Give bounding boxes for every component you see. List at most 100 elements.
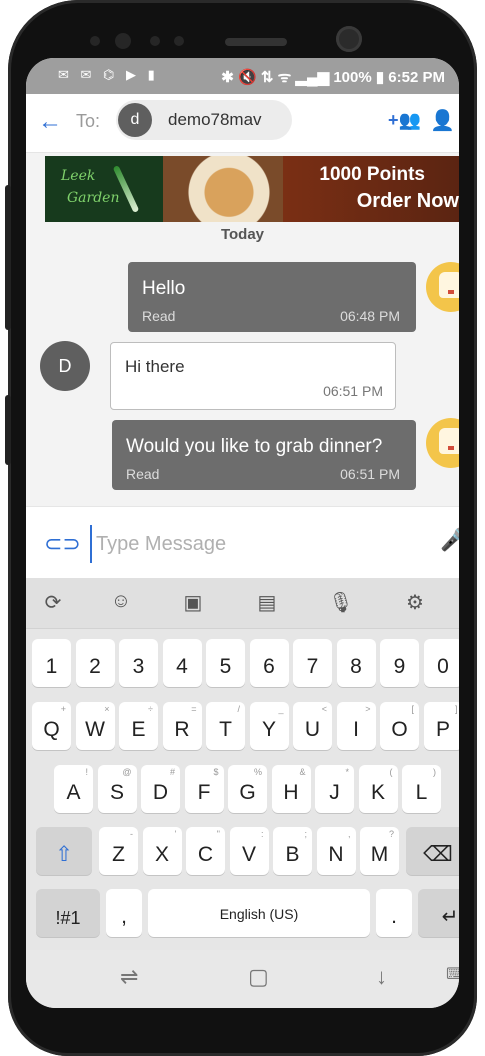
- backspace-key[interactable]: ⌫: [406, 827, 459, 875]
- settings-icon[interactable]: ⚙: [400, 590, 430, 615]
- date-separator: Today: [220, 226, 265, 243]
- key-i[interactable]: > I: [336, 702, 376, 750]
- gif-icon[interactable]: ▤: [252, 590, 282, 615]
- status-right: ✱ 🔇 ⇅ ᯤ ▂▄▆ 100% ▮ 6:52 PM: [221, 69, 445, 86]
- attach-icon[interactable]: ⊂⊃: [44, 531, 81, 557]
- back-arrow-icon[interactable]: ←: [38, 108, 62, 136]
- message-input[interactable]: [90, 525, 398, 563]
- key-h[interactable]: & H: [271, 765, 311, 813]
- ad-promo: 1000 Points Order Now: [283, 156, 459, 222]
- message-time: 06:51 PM: [323, 383, 383, 399]
- key-w[interactable]: × W: [75, 702, 115, 750]
- recipient-name: demo78mav: [168, 110, 262, 129]
- sticker-icon[interactable]: ▣: [178, 590, 208, 615]
- comma-key[interactable]: ,: [106, 889, 142, 937]
- message-time: 06:51 PM: [340, 466, 400, 482]
- voice-input-icon[interactable]: 🎤: [440, 527, 459, 553]
- message-bubble-incoming[interactable]: Hi there 06:51 PM: [110, 342, 396, 410]
- message-text: Hello: [142, 278, 186, 299]
- keyboard: ⟳ ☺ ▣ ▤ 🎙 ⚙ ⌄ !#1 , English (US) . ↵ 123…: [26, 578, 459, 950]
- contact-icon[interactable]: 👤: [430, 108, 455, 133]
- home-icon[interactable]: ▢: [248, 964, 269, 990]
- key-5[interactable]: 5: [206, 639, 245, 687]
- earpiece-speaker: [225, 38, 287, 46]
- sensor: [174, 36, 184, 46]
- key-v[interactable]: :V: [229, 827, 269, 875]
- recents-icon[interactable]: ⇌: [120, 964, 138, 990]
- key-0[interactable]: 0: [423, 639, 459, 687]
- status-bar: ✉ ✉ ⌬ ▶ ▮ ✱ 🔇 ⇅ ᯤ ▂▄▆ 100% ▮ 6:52 PM: [26, 58, 459, 94]
- key-k[interactable]: (K: [358, 765, 398, 813]
- message-time: 06:48 PM: [340, 308, 400, 324]
- message-text: Hi there: [125, 357, 185, 376]
- keyboard-mic-icon[interactable]: 🎙: [326, 590, 356, 615]
- key-r[interactable]: = R: [162, 702, 202, 750]
- key-a[interactable]: ! A: [54, 765, 93, 813]
- emoji-icon[interactable]: ☺: [106, 590, 136, 613]
- key-1[interactable]: 1: [32, 639, 71, 687]
- chevron-down-icon[interactable]: ⌄: [452, 590, 459, 610]
- key-o[interactable]: [O: [380, 702, 419, 750]
- key-n[interactable]: ,N: [316, 827, 356, 875]
- message-bubble-outgoing[interactable]: Hello Read 06:48 PM: [128, 262, 416, 332]
- add-recipients-icon[interactable]: +👥: [388, 110, 421, 131]
- message-status: Read: [126, 466, 160, 482]
- key-j[interactable]: * J: [315, 765, 354, 813]
- notification-icons: ✉ ✉ ⌬ ▶ ▮: [58, 67, 159, 82]
- key-m[interactable]: ? M: [360, 827, 399, 875]
- ad-points-text: 1000 Points: [319, 164, 425, 185]
- space-bar[interactable]: English (US): [148, 889, 370, 937]
- key-2[interactable]: 2: [75, 639, 115, 687]
- side-button: [5, 185, 11, 330]
- food-image: [163, 156, 283, 222]
- navigation-bar: ⇌ ▢ ↓ ⌨: [26, 950, 459, 1008]
- recipient-avatar: d: [118, 103, 152, 137]
- key-3[interactable]: 3: [119, 639, 158, 687]
- conversation-header: ← To: d demo78mav +👥 👤 ⋮: [26, 94, 459, 153]
- sensor: [150, 36, 160, 46]
- period-key[interactable]: .: [376, 889, 412, 937]
- key-f[interactable]: $ F: [184, 765, 224, 813]
- sensor: [115, 33, 131, 49]
- key-e[interactable]: ÷ E: [119, 702, 158, 750]
- sender-avatar: [426, 262, 459, 312]
- key-x[interactable]: ' X: [142, 827, 182, 875]
- key-l[interactable]: ) L: [402, 765, 441, 813]
- ad-order-text: Order Now: [356, 190, 459, 212]
- key-b[interactable]: ; B: [273, 827, 312, 875]
- key-g[interactable]: % G: [228, 765, 267, 813]
- key-u[interactable]: < U: [293, 702, 332, 750]
- sender-avatar: [426, 418, 459, 468]
- contact-avatar[interactable]: D: [40, 341, 90, 391]
- key-c[interactable]: " C: [186, 827, 225, 875]
- key-q[interactable]: + Q: [32, 702, 71, 750]
- logo-text-line2: Garden: [67, 190, 120, 206]
- key-t[interactable]: / T: [206, 702, 245, 750]
- leek-garden-logo: Leek Garden: [45, 156, 163, 222]
- screen: ✉ ✉ ⌬ ▶ ▮ ✱ 🔇 ⇅ ᯤ ▂▄▆ 100% ▮ 6:52 PM ← T…: [26, 58, 459, 1008]
- ad-banner[interactable]: Leek Garden 1000 Points Order Now: [45, 156, 459, 222]
- key-9[interactable]: 9: [380, 639, 419, 687]
- back-icon[interactable]: ↓: [376, 964, 387, 990]
- key-y[interactable]: _ Y: [249, 702, 289, 750]
- shift-key[interactable]: ⇧: [36, 827, 92, 875]
- sensor: [90, 36, 100, 46]
- compose-bar: ⊂⊃ 🎤: [26, 506, 459, 579]
- key-8[interactable]: 8: [336, 639, 376, 687]
- key-7[interactable]: 7: [293, 639, 332, 687]
- side-button: [5, 395, 11, 465]
- key-6[interactable]: 6: [249, 639, 289, 687]
- key-s[interactable]: @ S: [97, 765, 137, 813]
- message-text: Would you like to grab dinner?: [126, 436, 383, 457]
- symbols-key[interactable]: !#1: [36, 889, 100, 937]
- key-z[interactable]: -Z: [99, 827, 138, 875]
- keyboard-hide-icon[interactable]: ⌨: [446, 964, 459, 984]
- recipient-chip[interactable]: d demo78mav: [116, 100, 292, 140]
- key-4[interactable]: 4: [162, 639, 202, 687]
- enter-key[interactable]: ↵: [418, 889, 459, 937]
- message-status: Read: [142, 308, 176, 324]
- key-d[interactable]: # D: [141, 765, 180, 813]
- key-p[interactable]: ] P: [423, 702, 459, 750]
- translate-icon[interactable]: ⟳: [38, 590, 68, 615]
- message-bubble-outgoing[interactable]: Would you like to grab dinner? Read 06:5…: [112, 420, 416, 490]
